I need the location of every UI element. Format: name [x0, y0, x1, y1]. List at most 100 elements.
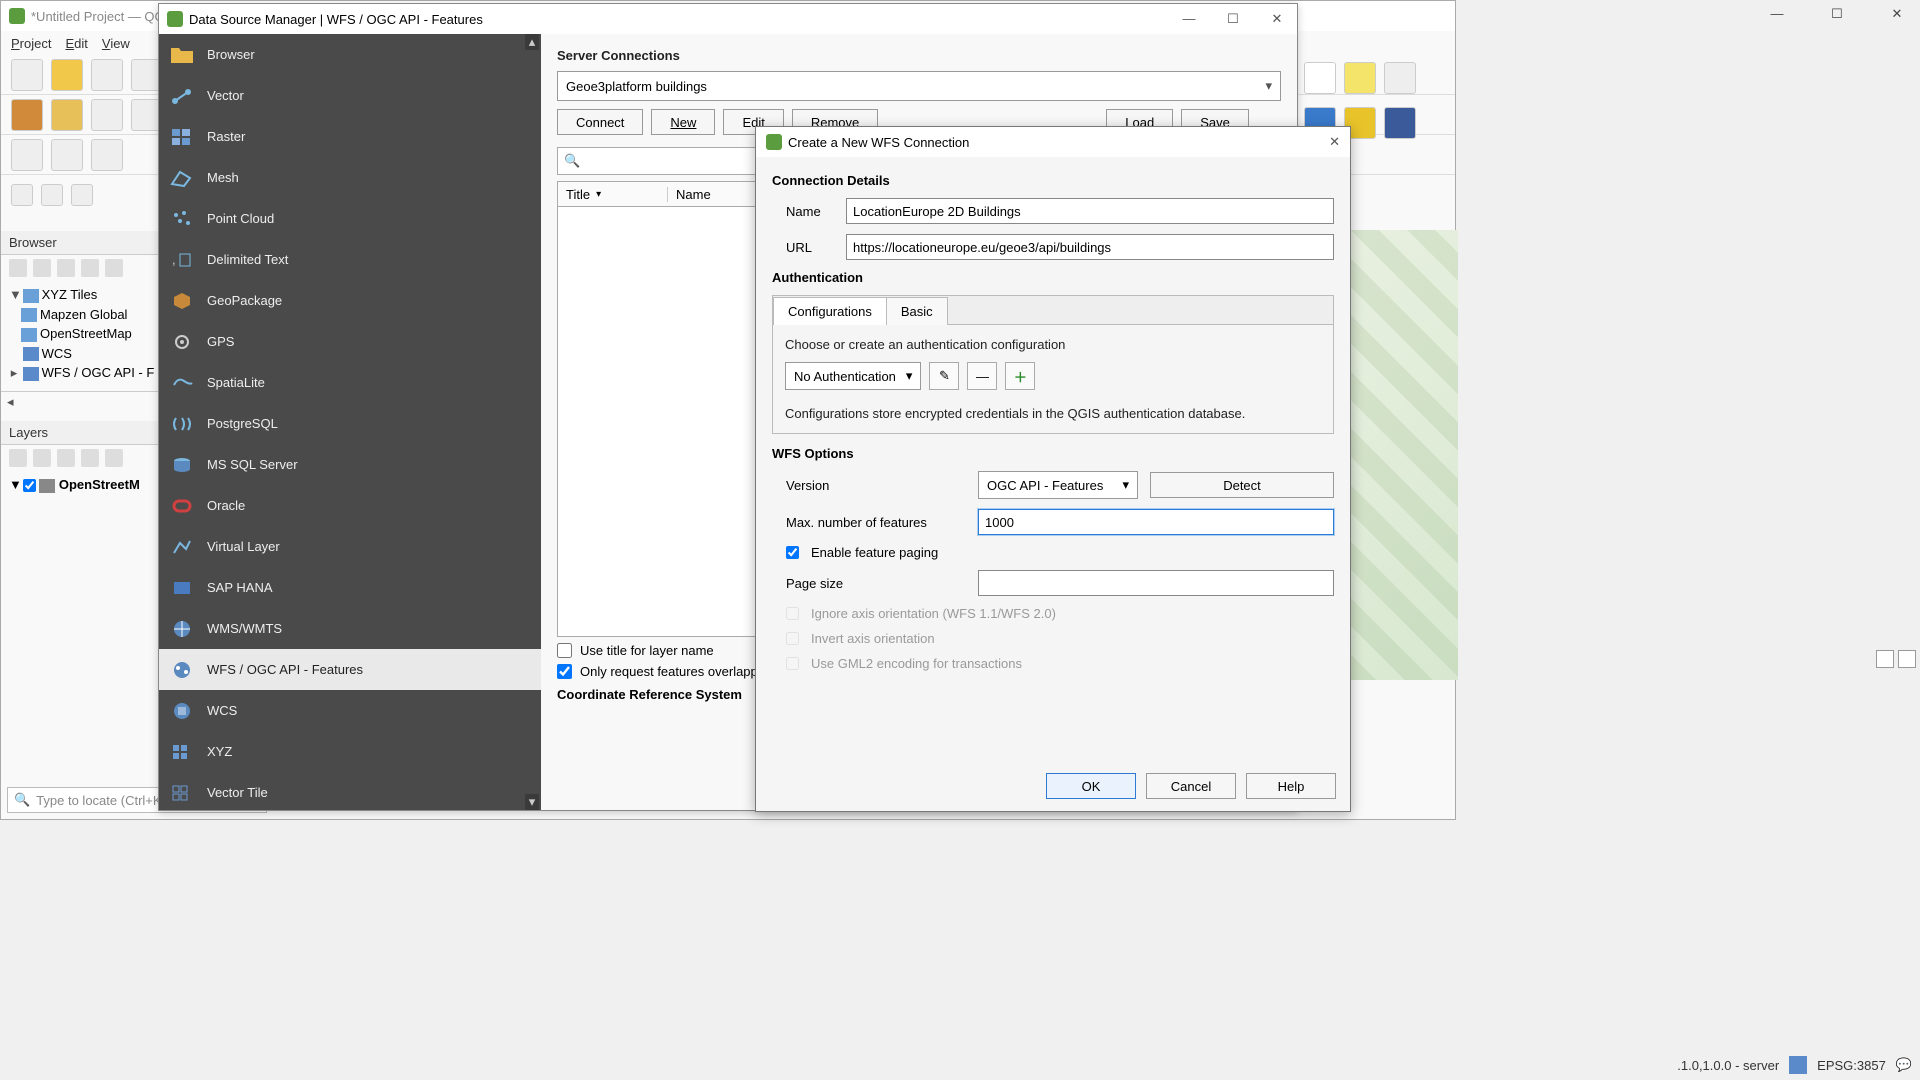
maximize-icon[interactable]: ☐	[1822, 6, 1852, 22]
map-btn-b[interactable]	[1898, 650, 1916, 668]
menu-project[interactable]: Project	[11, 36, 51, 51]
paging-checkbox[interactable]	[786, 546, 799, 559]
pg-icon	[169, 411, 195, 437]
close-icon[interactable]: ✕	[1265, 11, 1289, 27]
scroll-down-icon[interactable]: ▾	[525, 794, 539, 810]
layers-expr-icon[interactable]	[105, 449, 123, 467]
map-canvas[interactable]	[1348, 230, 1458, 680]
ds-item-oracle[interactable]: Oracle	[159, 485, 541, 526]
browser-refresh-icon[interactable]	[33, 259, 51, 277]
ds-item-vtile[interactable]: Vector Tile	[159, 772, 541, 810]
browser-tree[interactable]: ▼ XYZ Tiles Mapzen Global OpenStreetMap …	[1, 281, 161, 387]
tool-help[interactable]	[1384, 107, 1416, 139]
tree-xyz-tiles[interactable]: ▼ XYZ Tiles	[7, 285, 155, 305]
maximize-icon[interactable]: ☐	[1221, 11, 1245, 27]
use-title-checkbox[interactable]	[557, 643, 572, 658]
scroll-up-icon[interactable]: ▴	[525, 34, 539, 50]
menu-view[interactable]: View	[102, 36, 130, 51]
ds-item-virtual[interactable]: Virtual Layer	[159, 526, 541, 567]
wfs-titlebar[interactable]: Create a New WFS Connection ✕	[756, 127, 1350, 157]
minimize-icon[interactable]: —	[1177, 11, 1201, 27]
crs-icon[interactable]	[1789, 1056, 1807, 1074]
tree-wfs[interactable]: ▸ WFS / OGC API - F	[7, 363, 155, 383]
ds-item-mssql[interactable]: MS SQL Server	[159, 444, 541, 485]
minimize-icon[interactable]: —	[1762, 6, 1792, 22]
tool-c[interactable]	[91, 99, 123, 131]
tool-tips[interactable]	[1344, 62, 1376, 94]
connection-select[interactable]: Geoe3platform buildings ▾	[557, 71, 1281, 101]
dsm-sidebar[interactable]: ▴ BrowserVectorRasterMeshPoint Cloud,Del…	[159, 34, 541, 810]
ds-item-hana[interactable]: SAP HANA	[159, 567, 541, 608]
layers-style-icon[interactable]	[9, 449, 27, 467]
layers-eye-icon[interactable]	[57, 449, 75, 467]
ds-item-pointcloud[interactable]: Point Cloud	[159, 198, 541, 239]
page-size-input[interactable]	[978, 570, 1334, 596]
tool-e[interactable]	[11, 139, 43, 171]
ds-item-wms[interactable]: WMS/WMTS	[159, 608, 541, 649]
tool-a[interactable]	[11, 99, 43, 131]
tool-save[interactable]	[91, 59, 123, 91]
ds-item-raster[interactable]: Raster	[159, 116, 541, 157]
new-button[interactable]: New	[651, 109, 715, 135]
tree-osm[interactable]: OpenStreetMap	[7, 324, 155, 344]
ds-item-mesh[interactable]: Mesh	[159, 157, 541, 198]
url-input[interactable]	[846, 234, 1334, 260]
dsm-titlebar[interactable]: Data Source Manager | WFS / OGC API - Fe…	[159, 4, 1297, 34]
auth-edit-button[interactable]: ✎	[929, 362, 959, 390]
tool-g[interactable]	[91, 139, 123, 171]
ds-item-folder[interactable]: Browser	[159, 34, 541, 75]
detect-button[interactable]: Detect	[1150, 472, 1334, 498]
scroll-left-icon[interactable]: ◂	[1, 392, 20, 412]
browser-add-icon[interactable]	[9, 259, 27, 277]
tool-measure[interactable]	[1304, 62, 1336, 94]
browser-collapse-icon[interactable]	[81, 259, 99, 277]
name-input[interactable]	[846, 198, 1334, 224]
tool-b[interactable]	[51, 99, 83, 131]
hana-icon	[169, 575, 195, 601]
tool-f[interactable]	[51, 139, 83, 171]
auth-remove-button[interactable]: —	[967, 362, 997, 390]
status-epsg[interactable]: EPSG:3857	[1817, 1058, 1886, 1073]
max-features-input[interactable]	[978, 509, 1334, 535]
ds-item-csv[interactable]: ,Delimited Text	[159, 239, 541, 280]
ds-item-spatialite[interactable]: SpatiaLite	[159, 362, 541, 403]
column-title[interactable]: Title▾	[558, 187, 668, 202]
layers-add-icon[interactable]	[33, 449, 51, 467]
ds-item-wcs[interactable]: WCS	[159, 690, 541, 731]
messages-icon[interactable]: 💬	[1896, 1057, 1912, 1073]
close-icon[interactable]: ✕	[1882, 6, 1912, 22]
auth-config-select[interactable]: No Authentication▾	[785, 362, 921, 390]
tool-h[interactable]	[11, 184, 33, 206]
tool-new[interactable]	[11, 59, 43, 91]
overlap-checkbox[interactable]	[557, 664, 572, 679]
tab-configurations[interactable]: Configurations	[773, 297, 887, 325]
connect-button[interactable]: Connect	[557, 109, 643, 135]
layers-filter-icon[interactable]	[81, 449, 99, 467]
tab-basic[interactable]: Basic	[886, 297, 948, 325]
ds-item-wfs[interactable]: WFS / OGC API - Features	[159, 649, 541, 690]
ok-button[interactable]: OK	[1046, 773, 1136, 799]
tool-j[interactable]	[71, 184, 93, 206]
ds-item-vector[interactable]: Vector	[159, 75, 541, 116]
tool-open[interactable]	[51, 59, 83, 91]
tree-mapzen[interactable]: Mapzen Global	[7, 305, 155, 325]
ds-item-pg[interactable]: PostgreSQL	[159, 403, 541, 444]
layers-list[interactable]: ▼ OpenStreetM	[1, 471, 161, 499]
menu-edit[interactable]: Edit	[65, 36, 87, 51]
tree-wcs[interactable]: WCS	[7, 344, 155, 364]
ds-item-gps[interactable]: GPS	[159, 321, 541, 362]
layer-osm-label[interactable]: OpenStreetM	[59, 477, 140, 492]
browser-filter-icon[interactable]	[57, 259, 75, 277]
map-btn-a[interactable]	[1876, 650, 1894, 668]
cancel-button[interactable]: Cancel	[1146, 773, 1236, 799]
version-select[interactable]: OGC API - Features▾	[978, 471, 1138, 499]
ds-item-gpkg[interactable]: GeoPackage	[159, 280, 541, 321]
close-icon[interactable]: ✕	[1329, 134, 1340, 150]
ds-item-xyz[interactable]: XYZ	[159, 731, 541, 772]
tool-zoom[interactable]	[1384, 62, 1416, 94]
help-button[interactable]: Help	[1246, 773, 1336, 799]
layer-visibility-checkbox[interactable]	[23, 479, 36, 492]
auth-add-button[interactable]: ＋	[1005, 362, 1035, 390]
browser-props-icon[interactable]	[105, 259, 123, 277]
tool-i[interactable]	[41, 184, 63, 206]
